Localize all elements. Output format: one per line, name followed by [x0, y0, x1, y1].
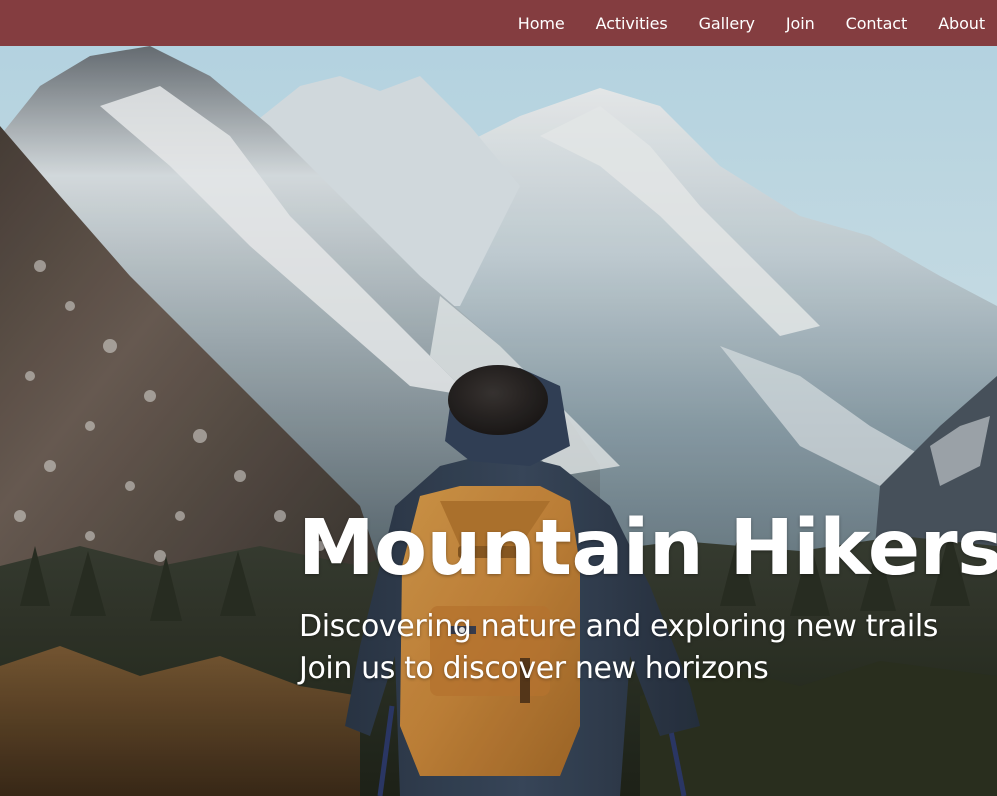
nav-item-home[interactable]: Home: [518, 14, 565, 33]
top-navbar: Home Activities Gallery Join Contact Abo…: [0, 0, 997, 46]
nav-item-contact[interactable]: Contact: [846, 14, 908, 33]
nav-item-join[interactable]: Join: [786, 14, 815, 33]
nav-menu: Home Activities Gallery Join Contact Abo…: [518, 0, 985, 46]
hero-section: Mountain Hikers Discovering nature and e…: [0, 46, 997, 796]
nav-item-activities[interactable]: Activities: [596, 14, 668, 33]
hero-tagline: Join us to discover new horizons: [299, 651, 769, 686]
nav-item-gallery[interactable]: Gallery: [699, 14, 755, 33]
hero-subtitle: Discovering nature and exploring new tra…: [299, 609, 939, 644]
nav-item-about[interactable]: About: [938, 14, 985, 33]
hero-title: Mountain Hikers: [298, 504, 997, 593]
